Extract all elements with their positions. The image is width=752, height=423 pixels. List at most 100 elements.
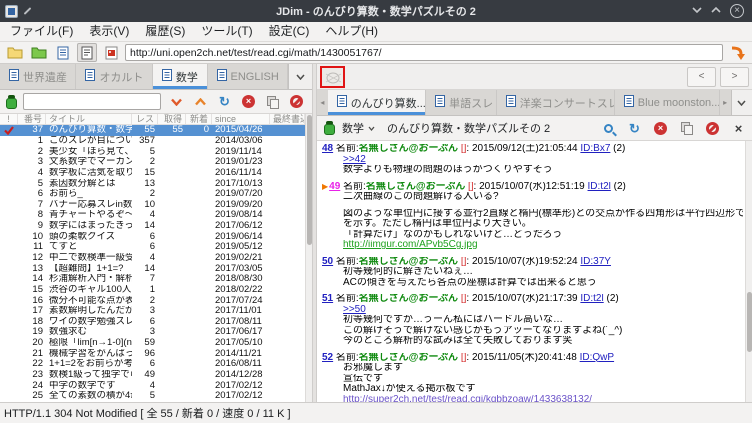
- copy-icon[interactable]: [265, 94, 280, 109]
- post-number-link[interactable]: 51: [322, 294, 333, 304]
- tab-scroll-right-icon[interactable]: ▸: [720, 90, 731, 115]
- menu-item[interactable]: ヘルプ(H): [317, 22, 386, 41]
- thread-row[interactable]: 9 数学にはまったきっかけを 14 2017/06/12: [0, 221, 305, 232]
- thread-tab[interactable]: 洋楽コンサートスレ: [497, 90, 615, 115]
- thread-filter-input[interactable]: [23, 93, 161, 110]
- post-number-link[interactable]: 50: [322, 257, 333, 267]
- thread-row[interactable]: 15 渋谷のギャル100人に聞い 1 2018/02/22: [0, 285, 305, 296]
- abone-icon[interactable]: [705, 121, 720, 136]
- thread-row[interactable]: 25 全ての素数の積が4π^2で 5 2017/02/12: [0, 391, 305, 402]
- thread-row[interactable]: 12 中二で数検準一級受かった 4 2019/02/21: [0, 253, 305, 264]
- poster-id-link[interactable]: ID:t2l: [580, 294, 603, 304]
- column-header[interactable]: レス: [132, 114, 158, 124]
- column-header[interactable]: !: [0, 114, 18, 124]
- thread-tab-list-button[interactable]: [730, 90, 752, 115]
- column-header[interactable]: 取得: [158, 114, 186, 124]
- poster-id-link[interactable]: ID:37Y: [580, 257, 611, 267]
- close-tab-icon[interactable]: ×: [731, 121, 746, 136]
- column-header[interactable]: 最終書込: [270, 114, 305, 124]
- scroll-up-icon[interactable]: [193, 94, 208, 109]
- thread-list-button[interactable]: [53, 43, 73, 62]
- thread-row[interactable]: 4 数学板に活気を取り戻すぞ 15 2016/11/14: [0, 168, 305, 179]
- thread-row[interactable]: 3 文系数学でマーカン受験 2 2019/01/23: [0, 157, 305, 168]
- thread-row[interactable]: 6 お前ら_ 2 2019/07/20: [0, 189, 305, 200]
- close-button[interactable]: ×: [730, 4, 744, 18]
- thread-row[interactable]: 16 微分不可能な点が表れる関 2 2017/07/24: [0, 295, 305, 306]
- board-select[interactable]: 数学: [342, 120, 375, 136]
- reload-icon[interactable]: ↻: [627, 121, 642, 136]
- thread-row[interactable]: 5 素因数分解とは 13 2017/10/13: [0, 178, 305, 189]
- favorites-button[interactable]: [29, 43, 49, 62]
- image-view-button[interactable]: [101, 43, 121, 62]
- thread-row[interactable]: 24 中学の数学です 4 2017/02/12: [0, 380, 305, 391]
- board-tab[interactable]: 数学: [152, 64, 208, 89]
- thread-row[interactable]: 21 機械学習をがんばって学ぶ 96 2014/11/21: [0, 348, 305, 359]
- thread-row[interactable]: 11 てすと 6 2019/05/12: [0, 242, 305, 253]
- stop-icon[interactable]: ×: [653, 121, 668, 136]
- anchor-link[interactable]: >>50: [343, 305, 743, 316]
- thread-list-scrollbar[interactable]: [305, 114, 312, 402]
- url-link[interactable]: http://super2ch.net/test/read.cgi/kqbbzo…: [343, 395, 743, 403]
- thread-tab[interactable]: のんびり算数...: [327, 90, 427, 115]
- menu-item[interactable]: ファイル(F): [2, 22, 81, 41]
- anchor-link[interactable]: >>42: [343, 155, 743, 166]
- thread-row[interactable]: 37 のんびり算数・数学パズル 55 55 0 2015/04/26: [0, 125, 305, 136]
- reload-icon[interactable]: ↻: [217, 94, 232, 109]
- url-link[interactable]: http://iimgur.com/APvb5Cg.jpg: [343, 240, 478, 250]
- image-next-button[interactable]: >: [720, 66, 749, 87]
- menu-item[interactable]: 表示(V): [81, 22, 137, 41]
- thread-row[interactable]: 14 杉浦解析入門・解析演習を 7 2018/08/30: [0, 274, 305, 285]
- thread-row[interactable]: 18 ワイの数学勉強スレ 6 2017/08/11: [0, 317, 305, 328]
- image-prev-button[interactable]: <: [687, 66, 716, 87]
- thread-list-toolbar: ↻ × ×: [0, 90, 324, 114]
- tab-scroll-left-icon[interactable]: ◂: [317, 90, 328, 115]
- thread-row[interactable]: 20 極限「lim[n→1-0](n)」の結 59 2017/05/10: [0, 338, 305, 349]
- anchor-link[interactable]: >>42: [343, 155, 366, 165]
- abone-icon[interactable]: [289, 94, 304, 109]
- url-link[interactable]: http://super2ch.net/test/read.cgi/kqbbzo…: [343, 395, 592, 403]
- poster-id-link[interactable]: ID:QwP: [580, 353, 614, 363]
- poster-id-link[interactable]: ID:Bx7: [580, 144, 610, 154]
- post-number-link[interactable]: 48: [322, 144, 333, 154]
- thread-row[interactable]: 13 【超難問】1+1=? 14 2017/03/05: [0, 263, 305, 274]
- menu-item[interactable]: ツール(T): [193, 22, 260, 41]
- thread-row[interactable]: 1 このスレが目についたら何 357 2014/03/06: [0, 136, 305, 147]
- thread-row[interactable]: 22 1+1=2をお前らが考える最も 6 2016/08/11: [0, 359, 305, 370]
- column-header[interactable]: 新着: [186, 114, 212, 124]
- poster-id-link[interactable]: ID:t2l: [588, 182, 611, 192]
- thread-row[interactable]: 7 バナー応募スレin数学 10 2019/09/20: [0, 199, 305, 210]
- image-thumbnail-tab[interactable]: [320, 65, 345, 88]
- thread-view-button[interactable]: [77, 43, 97, 62]
- search-icon[interactable]: [601, 121, 616, 136]
- go-button[interactable]: [727, 43, 747, 62]
- scroll-down-icon[interactable]: [169, 94, 184, 109]
- thread-row[interactable]: 8 青チャートやるぞ〜 4 2019/08/14: [0, 210, 305, 221]
- post-number-link[interactable]: 52: [322, 353, 333, 363]
- board-tab[interactable]: 世界遺産: [0, 64, 77, 89]
- menu-item[interactable]: 設定(C): [261, 22, 318, 41]
- thread-view-scrollbar[interactable]: [745, 141, 752, 402]
- anchor-link[interactable]: >>50: [343, 305, 366, 315]
- board-tab[interactable]: オカルト: [76, 64, 153, 89]
- column-header[interactable]: since: [212, 114, 270, 124]
- thread-row[interactable]: 23 数検1級って独学で可能? 49 2014/12/28: [0, 370, 305, 381]
- board-list-button[interactable]: [5, 43, 25, 62]
- thread-tab[interactable]: 単語スレ: [426, 90, 497, 115]
- thread-row[interactable]: 17 素数解明したんだが 3 2017/11/01: [0, 306, 305, 317]
- thread-row[interactable]: 10 頭の柔軟クイズ 6 2019/06/14: [0, 231, 305, 242]
- post-number-link[interactable]: 49: [329, 182, 340, 192]
- board-tab-list-button[interactable]: [288, 64, 312, 89]
- menu-item[interactable]: 履歴(S): [137, 22, 193, 41]
- board-tab[interactable]: ENGLISH: [208, 64, 289, 89]
- thread-row[interactable]: 19 数強求む 3 2017/06/17: [0, 327, 305, 338]
- minimize-button[interactable]: [692, 6, 702, 16]
- stop-icon[interactable]: ×: [241, 94, 256, 109]
- url-link[interactable]: http://iimgur.com/APvb5Cg.jpg: [343, 240, 743, 251]
- thread-tab[interactable]: Blue moonston...: [615, 90, 720, 115]
- column-header[interactable]: タイトル: [46, 114, 132, 124]
- url-input[interactable]: [125, 44, 723, 61]
- maximize-button[interactable]: [711, 6, 721, 16]
- thread-row[interactable]: 2 美少女「ほら見て、私のおま 5 2019/11/14: [0, 146, 305, 157]
- column-header[interactable]: 番号: [18, 114, 46, 124]
- copy-icon[interactable]: [679, 121, 694, 136]
